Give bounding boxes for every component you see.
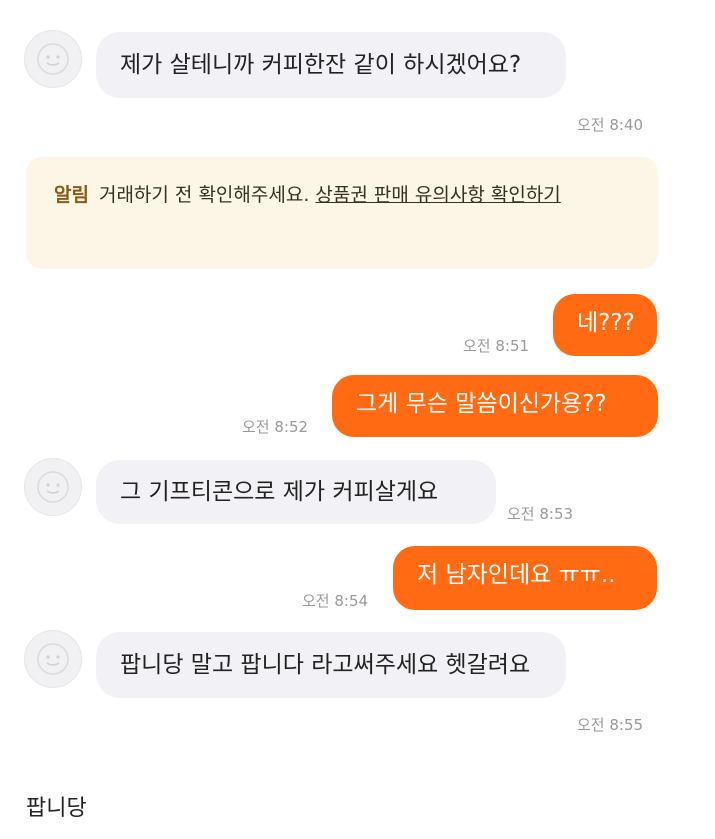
incoming-message[interactable]: 팝니당 말고 팝니다 라고써주세요 헷갈려요: [96, 632, 566, 698]
avatar[interactable]: [24, 458, 82, 516]
message-time: 오전 8:53: [507, 505, 574, 523]
message-time: 오전 8:51: [463, 337, 530, 355]
message-time: 오전 8:52: [242, 418, 309, 436]
avatar[interactable]: [24, 630, 82, 688]
incoming-message[interactable]: 제가 살테니까 커피한잔 같이 하시겠어요?: [96, 32, 566, 98]
message-time: 오전 8:40: [577, 116, 644, 134]
message-text: 네???: [577, 310, 635, 336]
notice-banner: 알림 거래하기 전 확인해주세요. 상품권 판매 유의사항 확인하기: [26, 157, 658, 269]
message-time: 오전 8:55: [577, 716, 644, 734]
user-avatar-icon: [37, 643, 69, 675]
avatar[interactable]: [24, 30, 82, 88]
incoming-message[interactable]: 그 기프티콘으로 제가 커피살게요: [96, 460, 496, 524]
user-avatar-icon: [37, 43, 69, 75]
notice-link[interactable]: 상품권 판매 유의사항 확인하기: [315, 184, 560, 206]
outgoing-message[interactable]: 네???: [553, 294, 657, 356]
message-text: 그게 무슨 말씀이신가용??: [356, 391, 607, 417]
bottom-caption: 팝니당: [26, 796, 87, 821]
user-avatar-icon: [37, 471, 69, 503]
message-text: 그 기프티콘으로 제가 커피살게요: [120, 479, 439, 505]
message-text: 저 남자인데요 ㅠㅠ..: [417, 562, 616, 588]
outgoing-message[interactable]: 저 남자인데요 ㅠㅠ..: [393, 546, 657, 610]
message-text: 제가 살테니까 커피한잔 같이 하시겠어요?: [120, 52, 522, 78]
notice-tag: 알림: [54, 184, 89, 206]
message-time: 오전 8:54: [302, 592, 369, 610]
outgoing-message[interactable]: 그게 무슨 말씀이신가용??: [332, 375, 658, 437]
message-text: 팝니당 말고 팝니다 라고써주세요 헷갈려요: [120, 652, 531, 678]
notice-text: 거래하기 전 확인해주세요.: [98, 184, 310, 206]
